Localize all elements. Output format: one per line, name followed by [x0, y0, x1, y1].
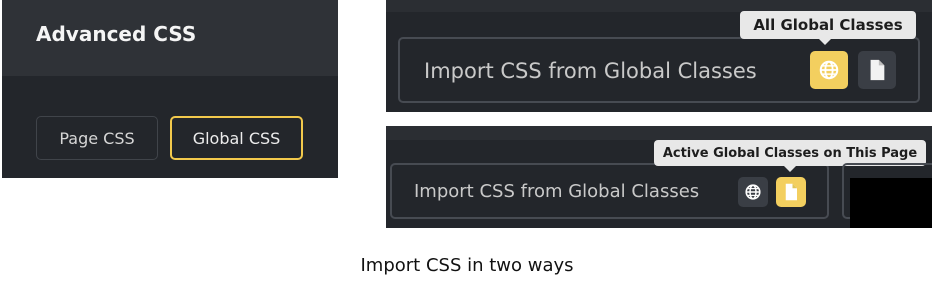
- import-css-label: Import CSS from Global Classes: [414, 181, 700, 202]
- tooltip-arrow: [819, 39, 831, 45]
- tooltip-text: Active Global Classes on This Page: [662, 145, 918, 161]
- panel-header: Advanced CSS: [2, 0, 338, 76]
- tab-page-css[interactable]: Page CSS: [36, 116, 158, 160]
- import-panel-active-page: Import CSS from Global Classes Active Gl…: [386, 126, 932, 228]
- all-global-classes-button[interactable]: [810, 51, 848, 89]
- redacted-area: [850, 178, 932, 228]
- all-global-classes-button[interactable]: [738, 177, 768, 207]
- advanced-css-panel: Advanced CSS Page CSS Global CSS: [2, 0, 338, 178]
- import-panel-all-global: Import CSS from Global Classes All Globa…: [386, 0, 932, 112]
- globe-icon: [818, 59, 840, 81]
- tab-global-css[interactable]: Global CSS: [170, 116, 303, 160]
- page-icon: [783, 183, 799, 201]
- panel-top-strip: [386, 126, 932, 140]
- tooltip-arrow: [784, 166, 796, 172]
- import-css-label: Import CSS from Global Classes: [424, 59, 757, 83]
- page-icon: [867, 59, 887, 81]
- page-classes-button[interactable]: [776, 177, 806, 207]
- globe-icon: [744, 183, 762, 201]
- import-css-field[interactable]: Import CSS from Global Classes: [390, 163, 829, 219]
- import-css-field[interactable]: Import CSS from Global Classes: [398, 37, 920, 103]
- tooltip-text: All Global Classes: [753, 16, 903, 34]
- figure-caption: Import CSS in two ways: [360, 255, 574, 276]
- panel-title: Advanced CSS: [36, 22, 197, 46]
- tooltip-all-global-classes: All Global Classes: [740, 11, 916, 45]
- page-classes-button[interactable]: [858, 51, 896, 89]
